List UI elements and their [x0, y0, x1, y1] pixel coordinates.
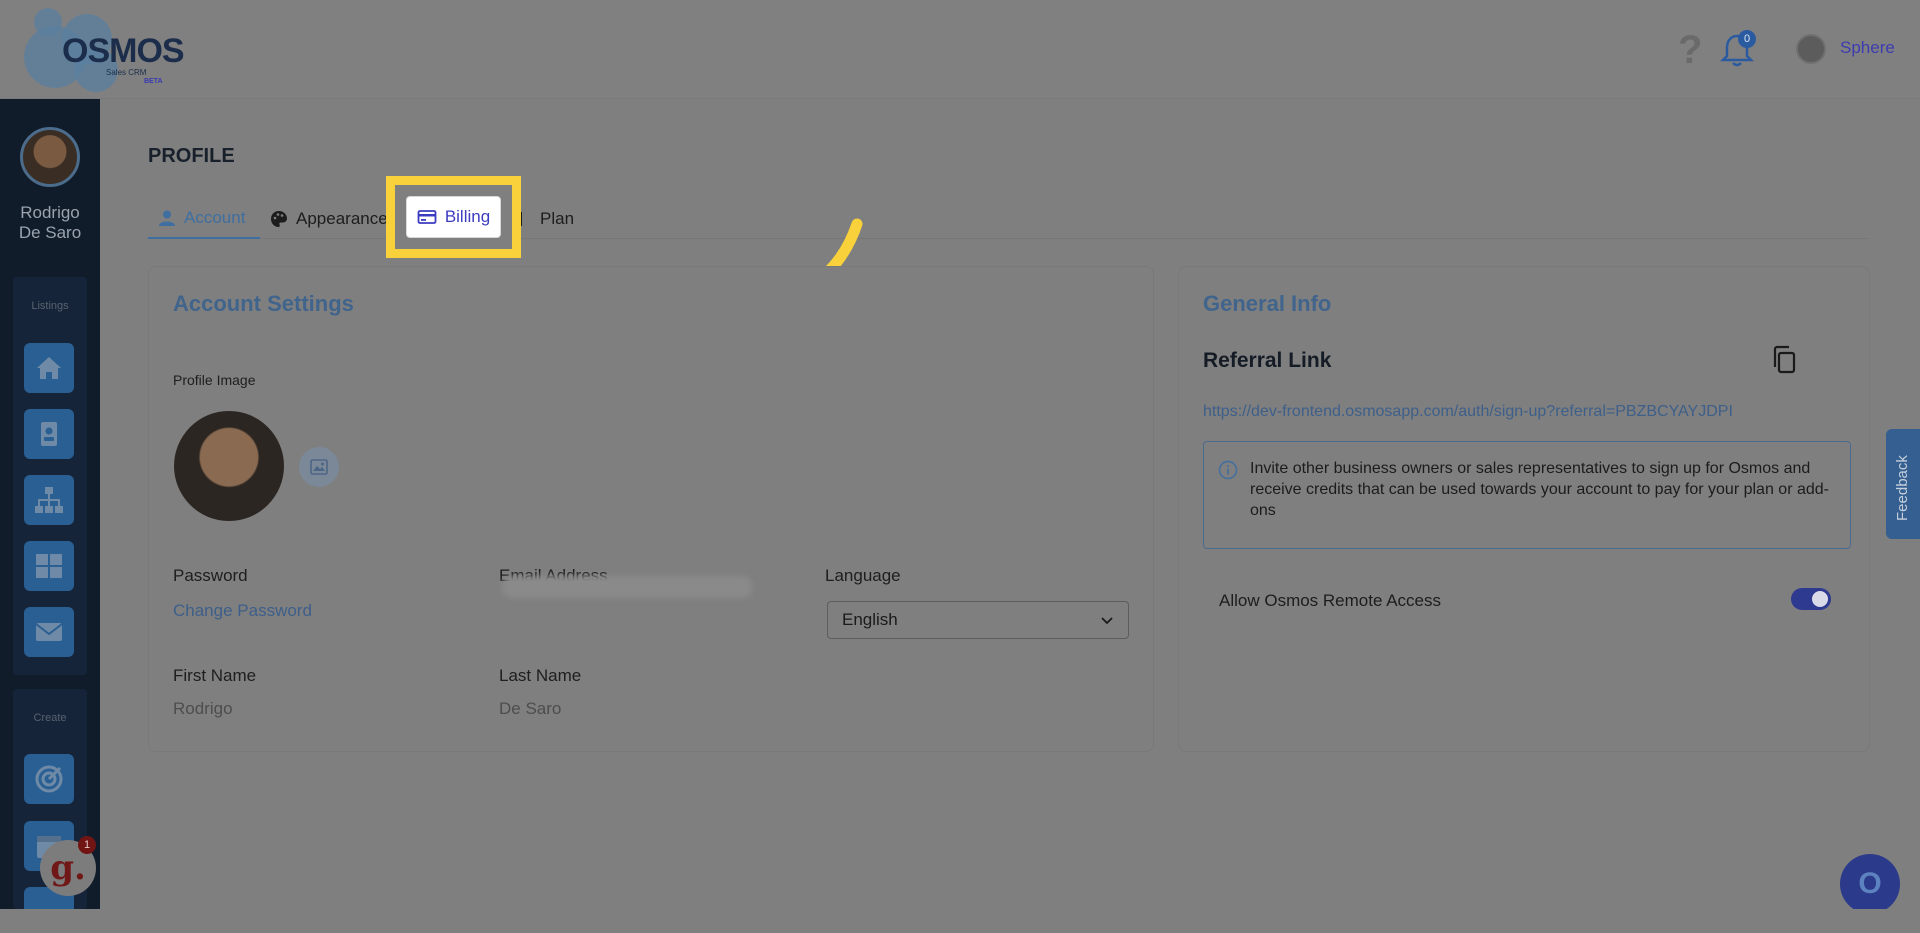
- referral-info-text: Invite other business owners or sales re…: [1250, 460, 1829, 519]
- notification-count-badge: 0: [1738, 30, 1756, 48]
- tab-billing[interactable]: Billing: [406, 196, 501, 238]
- tab-appearance-label: Appearance: [296, 209, 388, 228]
- sidebar-user-last-name: De Saro: [18, 223, 82, 242]
- profile-image-label: Profile Image: [173, 372, 256, 388]
- tab-account-label: Account: [184, 208, 246, 227]
- contact-card-icon: [41, 422, 57, 446]
- sidebar-item-contacts[interactable]: [24, 409, 74, 459]
- language-selected-value: English: [842, 610, 898, 629]
- user-menu-name[interactable]: Sphere: [1840, 38, 1895, 58]
- first-name-value: Rodrigo: [173, 699, 233, 718]
- chevron-down-icon: [1101, 617, 1113, 625]
- page-title: PROFILE: [148, 145, 235, 167]
- sidebar-section-create: Create: [33, 712, 67, 724]
- sidebar-item-home[interactable]: [24, 343, 74, 393]
- user-avatar[interactable]: [1796, 34, 1826, 64]
- top-header: OSMOS Sales CRM BETA ? 0 Sphere: [0, 0, 1920, 99]
- language-label: Language: [825, 566, 901, 585]
- chat-launcher-button[interactable]: O: [1840, 854, 1900, 914]
- first-name-label: First Name: [173, 666, 257, 685]
- remote-access-label: Allow Osmos Remote Access: [1219, 591, 1442, 610]
- last-name-label: Last Name: [499, 666, 582, 685]
- user-icon: [159, 210, 175, 226]
- dashboard-grid-icon: [36, 554, 62, 578]
- sidebar: Rodrigo De Saro Listings Create: [0, 99, 100, 909]
- password-label: Password: [173, 566, 248, 585]
- toggle-knob: [1812, 591, 1828, 607]
- tab-plan-label: Plan: [540, 209, 575, 228]
- main-content: PROFILE Account Appearance Plan Billing …: [100, 99, 1920, 909]
- logo-beta-tag: BETA: [144, 78, 163, 85]
- referral-info-box: Invite other business owners or sales re…: [1203, 441, 1851, 549]
- account-settings-card: Account Settings Profile Image Password …: [148, 266, 1154, 752]
- home-icon: [37, 357, 61, 379]
- change-image-button[interactable]: [299, 447, 339, 487]
- account-settings-title: Account Settings: [173, 291, 354, 316]
- g-widget-badge: 1: [78, 836, 96, 854]
- sidebar-item-dashboard[interactable]: [24, 541, 74, 591]
- change-password-link[interactable]: Change Password: [173, 601, 312, 621]
- mail-icon: [35, 623, 63, 641]
- info-icon: [1218, 460, 1238, 480]
- last-name-value: De Saro: [499, 699, 562, 718]
- referral-link-title: Referral Link: [1203, 349, 1332, 372]
- g-logo-icon: g.: [50, 848, 86, 888]
- sidebar-item-organization[interactable]: [24, 475, 74, 525]
- language-select[interactable]: English: [827, 601, 1129, 639]
- general-info-title: General Info: [1203, 291, 1332, 316]
- credit-card-icon: [417, 210, 437, 224]
- logo-wordmark: OSMOS: [62, 32, 185, 70]
- sidebar-item-mail[interactable]: [24, 607, 74, 657]
- target-icon: [35, 765, 63, 793]
- sidebar-user-first-name: Rodrigo: [20, 203, 80, 222]
- remote-access-toggle[interactable]: [1791, 588, 1831, 610]
- bottom-strip: [0, 909, 1920, 933]
- copy-icon[interactable]: [1769, 345, 1799, 375]
- referral-url[interactable]: https://dev-frontend.osmosapp.com/auth/s…: [1203, 403, 1733, 421]
- sidebar-user-name: Rodrigo De Saro: [0, 203, 100, 243]
- tab-plan[interactable]: Plan: [514, 199, 574, 239]
- profile-image: [174, 411, 284, 521]
- logo-subtitle: Sales CRM: [106, 68, 147, 77]
- general-info-card: General Info Referral Link https://dev-f…: [1178, 266, 1870, 752]
- chat-logo-icon: O: [1858, 867, 1882, 900]
- tab-account[interactable]: Account: [148, 199, 260, 239]
- palette-icon: [271, 211, 287, 227]
- sidebar-item-target[interactable]: [24, 754, 74, 804]
- feedback-label: Feedback: [1894, 455, 1911, 521]
- feedback-tab[interactable]: Feedback: [1886, 429, 1920, 539]
- image-edit-icon: [310, 459, 328, 475]
- osmos-logo[interactable]: OSMOS Sales CRM BETA: [22, 8, 185, 92]
- sidebar-section-listings: Listings: [31, 300, 69, 312]
- tab-billing-label: Billing: [444, 207, 491, 226]
- tab-appearance[interactable]: Appearance: [270, 199, 388, 239]
- org-chart-icon: [35, 487, 63, 513]
- sidebar-avatar[interactable]: [20, 127, 80, 187]
- help-icon[interactable]: ?: [1678, 28, 1702, 72]
- email-value-redacted: [502, 576, 752, 598]
